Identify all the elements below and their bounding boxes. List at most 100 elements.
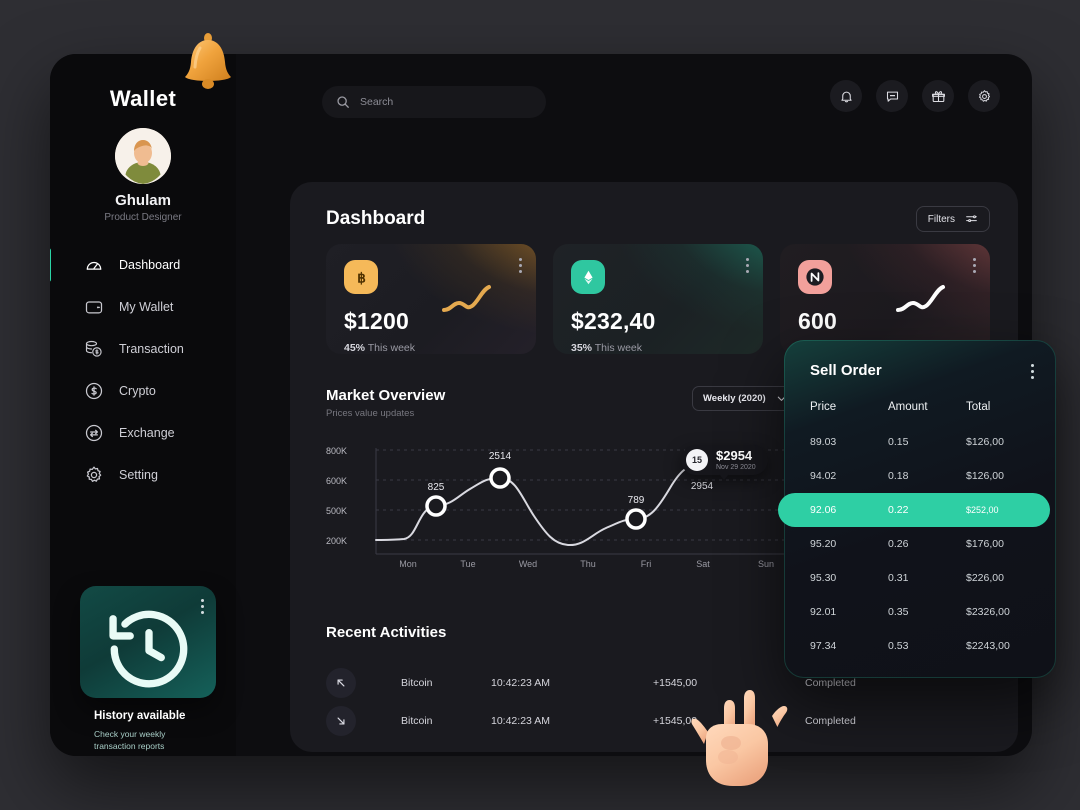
sparkline-bitcoin [442,284,520,320]
coin-period: This week [594,342,643,354]
table-row[interactable]: 94.02 0.18 $126,00 [810,459,1030,493]
tooltip-day: 15 [686,449,708,471]
cell-price: 95.20 [810,538,837,550]
market-range-value: Weekly (2020) [703,393,766,404]
history-promo-card[interactable]: History available Check your weekly tran… [80,586,216,751]
svg-text:600K: 600K [326,476,347,486]
more-vertical-icon[interactable] [1031,364,1034,382]
sidebar-item-label: Dashboard [119,258,181,272]
more-vertical-icon[interactable] [201,599,204,617]
svg-text:Wed: Wed [519,559,537,569]
profile-name: Ghulam [115,192,171,209]
table-row[interactable]: 92.01 0.35 $2326,00 [810,595,1030,629]
profile-role: Product Designer [104,212,182,223]
sidebar-item-transaction[interactable]: Transaction [50,328,236,370]
sidebar-item-crypto[interactable]: Crypto [50,370,236,412]
arrow-up-left-icon [326,668,356,698]
cell-total: $126,00 [966,436,1004,448]
cell-amount: 0.22 [888,504,909,516]
cell-amount: 0.15 [888,436,909,448]
svg-text:Thu: Thu [580,559,596,569]
market-range-select[interactable]: Weekly (2020) [692,386,798,411]
table-row-highlighted[interactable]: 92.06 0.22 $252,00 [778,493,1050,527]
topbar [236,54,1032,176]
sidebar-item-label: Crypto [119,384,156,398]
sidebar-item-label: Exchange [119,426,175,440]
cell-price: 97.34 [810,640,837,652]
coin-percent: 45% [344,342,366,354]
sidebar: Wallet Ghulam Product Designer Dashboard… [50,54,236,756]
sidebar-item-my-wallet[interactable]: My Wallet [50,286,236,328]
more-vertical-icon[interactable] [746,258,749,276]
nem-icon [798,260,832,294]
screenshot-stage: Wallet Ghulam Product Designer Dashboard… [0,0,1080,810]
sidebar-item-label: Transaction [119,342,184,356]
cell-total: $252,00 [966,505,999,515]
tooltip-value: $2954 [716,448,753,463]
cell-amount: 0.26 [888,538,909,550]
svg-text:789: 789 [628,495,645,506]
cell-amount: 0.53 [888,640,909,652]
history-clock-icon [94,600,204,698]
more-vertical-icon[interactable] [973,258,976,276]
activity-time: 10:42:23 AM [491,677,550,689]
cell-total: $126,00 [966,470,1004,482]
coin-card-bitcoin[interactable]: ฿ $1200 45% This week [326,244,536,354]
market-overview-subtitle: Prices value updates [326,408,415,419]
promo-subtitle: Check your weekly transaction reports [94,729,166,752]
search-icon [336,95,350,109]
cell-total: $2243,00 [966,640,1010,652]
tooltip-tail [719,474,730,480]
sell-order-panel: Sell Order Price Amount Total 89.03 0.15… [778,340,1056,678]
gifts-button[interactable] [922,80,954,112]
table-row[interactable]: 95.30 0.31 $226,00 [810,561,1030,595]
svg-text:825: 825 [428,482,445,493]
highlighted-row-slot: 92.06 0.22 $252,00 [778,493,1050,527]
speedometer-icon [84,255,104,275]
chart-tooltip: 15 $2954 Nov 29 2020 [681,445,768,480]
promo-title: History available [94,710,186,722]
coin-percent: 35% [571,342,593,354]
cell-price: 94.02 [810,470,837,482]
table-row[interactable]: 97.34 0.53 $2243,00 [810,629,1030,663]
search-input[interactable] [360,96,532,108]
gear-icon [84,465,104,485]
notifications-button[interactable] [830,80,862,112]
bitcoin-icon: ฿ [344,260,378,294]
coin-card-nem[interactable]: 600 21% This week [780,244,990,354]
column-header-amount: Amount [888,401,928,413]
sidebar-item-setting[interactable]: Setting [50,454,236,496]
table-row[interactable]: Bitcoin 10:42:23 AM +1545,00 Completed [326,702,986,740]
settings-button[interactable] [968,80,1000,112]
activity-name: Bitcoin [401,677,433,689]
svg-text:800K: 800K [326,446,347,456]
activity-amount: +1545,00 [653,677,698,689]
sidebar-item-dashboard[interactable]: Dashboard [50,244,236,286]
search-bar[interactable] [322,86,546,118]
sidebar-item-label: My Wallet [119,300,174,314]
cell-total: $226,00 [966,572,1004,584]
avatar [115,128,171,184]
activity-name: Bitcoin [401,715,433,727]
cell-amount: 0.31 [888,572,909,584]
status-badge: Completed [805,677,856,689]
filters-button[interactable]: Filters [915,206,990,232]
market-overview-title: Market Overview [326,387,446,404]
status-badge: Completed [805,715,856,727]
cell-price: 95.30 [810,572,837,584]
more-vertical-icon[interactable] [519,258,522,276]
cell-amount: 0.18 [888,470,909,482]
coin-card-ethereum[interactable]: $232,40 35% This week [553,244,763,354]
column-header-price: Price [810,401,837,413]
coin-subtitle: 45% This week [344,342,520,354]
coins-icon [84,339,104,359]
svg-text:฿: ฿ [357,270,366,285]
sparkline-nem [896,284,974,320]
sidebar-item-exchange[interactable]: Exchange [50,412,236,454]
coin-period: This week [367,342,416,354]
table-row[interactable]: 89.03 0.15 $126,00 [810,425,1030,459]
cell-price: 89.03 [810,436,837,448]
exchange-icon [84,423,104,443]
table-row[interactable]: 95.20 0.26 $176,00 [810,527,1030,561]
messages-button[interactable] [876,80,908,112]
